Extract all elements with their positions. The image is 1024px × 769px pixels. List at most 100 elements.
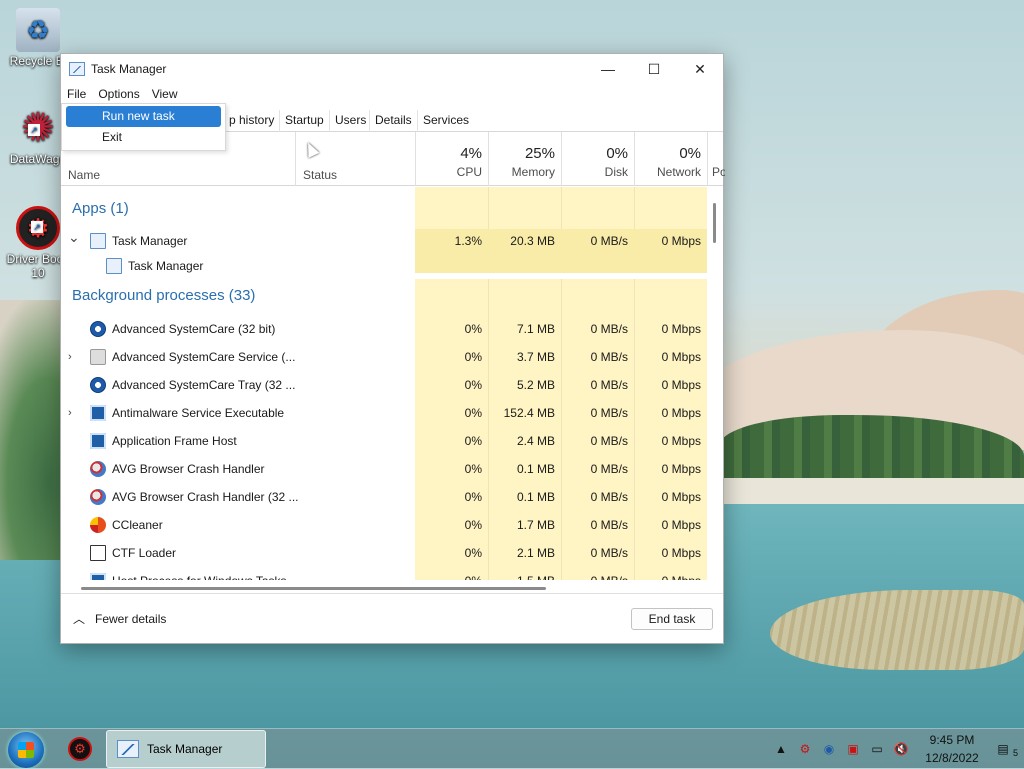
network-tray-icon[interactable]: ▭	[868, 740, 886, 758]
table-row[interactable]: Task Manager	[61, 252, 707, 280]
process-name: Advanced SystemCare Tray (32 ...	[112, 378, 296, 392]
menu-item-run-new-task[interactable]: Run new task	[66, 106, 221, 127]
process-cpu: 0%	[464, 378, 482, 392]
table-row[interactable]: Host Process for Windows Tasks0%1.5 MB0 …	[61, 567, 707, 580]
avg-icon	[90, 489, 106, 505]
memory-total: 25%	[524, 145, 555, 162]
taskbar-driver-booster-icon[interactable]: ⚙	[68, 737, 92, 761]
table-row[interactable]: AVG Browser Crash Handler 0% 0.1 MB 0 MB/s 0…	[61, 455, 707, 483]
system-tray: ▲ ⚙ ◉ ▣ ▭ 🔇 9:45 PM 12/8/2022 ▤ 5	[769, 729, 1024, 769]
table-row[interactable]: ⌄ Task Manager 1.3% 20.3 MB 0 MB/s 0 Mbps	[61, 227, 707, 255]
table-row[interactable]: CTF Loader 0% 2.1 MB 0 MB/s 0 Mbps	[61, 539, 707, 567]
process-name: Task Manager	[112, 234, 188, 248]
column-memory-label: Memory	[511, 165, 555, 179]
process-cpu: 1.3%	[454, 234, 482, 248]
tab-services[interactable]: Services	[417, 110, 474, 132]
vertical-scroll-thumb[interactable]	[713, 203, 716, 243]
show-hidden-icons-button[interactable]: ▲	[772, 740, 790, 758]
vertical-scrollbar[interactable]	[707, 187, 723, 580]
table-row[interactable]: AVG Browser Crash Handler (32 ... 0% 0.1 M…	[61, 483, 707, 511]
end-task-button[interactable]: End task	[631, 608, 713, 630]
process-name: Task Manager	[128, 259, 204, 273]
process-cpu: 0%	[464, 406, 482, 420]
process-cpu: 0%	[464, 322, 482, 336]
process-network: 0 Mbps	[661, 518, 701, 532]
menu-view[interactable]: View	[152, 87, 178, 101]
task-manager-icon	[69, 62, 85, 76]
process-cpu: 0%	[464, 462, 482, 476]
app-window-icon	[90, 405, 106, 421]
process-disk: 0 MB/s	[590, 462, 628, 476]
process-list: Apps (1) ⌄ Task Manager 1.3% 20.3 MB 0 MB/s 0…	[61, 187, 707, 580]
driver-booster-icon: ⚙↗	[16, 206, 60, 250]
task-manager-icon	[117, 740, 139, 758]
shortcut-arrow-icon: ↗	[28, 124, 40, 136]
process-memory: 152.4 MB	[503, 406, 555, 420]
close-button[interactable]: ✕	[677, 54, 723, 84]
process-name: Advanced SystemCare (32 bit)	[112, 322, 276, 336]
process-disk: 0 MB/s	[590, 490, 628, 504]
column-cpu[interactable]: 4% CPU	[415, 132, 488, 186]
tab-startup[interactable]: Startup	[279, 110, 329, 132]
process-network: 0 Mbps	[661, 546, 701, 560]
taskbar-task-manager-button[interactable]: Task Manager	[106, 730, 266, 768]
maximize-button[interactable]: ☐	[631, 54, 677, 84]
tab-app-history[interactable]: p history	[223, 110, 279, 132]
process-disk: 0 MB/s	[590, 406, 628, 420]
recycle-bin-icon: ♻	[16, 8, 60, 52]
minimize-button[interactable]: —	[585, 54, 631, 84]
process-name: AVG Browser Crash Handler (32 ...	[112, 490, 299, 504]
process-network: 0 Mbps	[661, 350, 701, 364]
process-memory: 0.1 MB	[516, 462, 555, 476]
process-memory: 1.7 MB	[516, 518, 555, 532]
advanced-systemcare-tray-icon[interactable]: ◉	[820, 740, 838, 758]
column-memory[interactable]: 25% Memory	[488, 132, 561, 186]
desktop-shore	[720, 478, 1024, 504]
process-disk: 0 MB/s	[590, 350, 628, 364]
camera-tray-icon[interactable]: ▣	[844, 740, 862, 758]
table-row[interactable]: Application Frame Host 0% 2.4 MB 0 MB/s 0 Mb…	[61, 427, 707, 455]
tab-details[interactable]: Details	[369, 110, 417, 132]
menu-item-exit[interactable]: Exit	[66, 127, 221, 148]
horizontal-scroll-thumb[interactable]	[81, 587, 546, 590]
task-manager-icon	[90, 233, 106, 249]
tab-users[interactable]: Users	[329, 110, 371, 132]
volume-muted-icon[interactable]: 🔇	[892, 740, 910, 758]
process-disk: 0 MB/s	[590, 378, 628, 392]
process-network: 0 Mbps	[661, 434, 701, 448]
clock-date: 12/8/2022	[925, 751, 979, 765]
advanced-systemcare-icon	[90, 377, 106, 393]
column-disk[interactable]: 0% Disk	[561, 132, 634, 186]
start-button[interactable]	[8, 732, 44, 768]
group-background-processes: Background processes (33)	[72, 287, 256, 304]
avg-icon	[90, 461, 106, 477]
process-cpu: 0%	[464, 518, 482, 532]
table-row[interactable]: › Antimalware Service Executable 0% 152.4 M…	[61, 399, 707, 427]
column-disk-label: Disk	[604, 165, 628, 179]
table-row[interactable]: › Advanced SystemCare Service (... 0% 3.7 M…	[61, 343, 707, 371]
process-cpu: 0%	[464, 546, 482, 560]
driver-booster-tray-icon[interactable]: ⚙	[796, 740, 814, 758]
column-network[interactable]: 0% Network	[634, 132, 707, 186]
column-power[interactable]: 0 Po	[707, 132, 725, 186]
chevron-right-icon[interactable]: ›	[68, 351, 72, 363]
column-cpu-label: CPU	[456, 165, 482, 179]
notification-button[interactable]: ▤ 5	[994, 740, 1018, 758]
group-apps: Apps (1)	[72, 200, 129, 217]
chevron-down-icon[interactable]: ⌄	[68, 229, 80, 246]
table-row[interactable]: Advanced SystemCare Tray (32 ... 0% 5.2 MB…	[61, 371, 707, 399]
process-memory: 2.1 MB	[516, 546, 555, 560]
table-row[interactable]: CCleaner 0% 1.7 MB 0 MB/s 0 Mbps	[61, 511, 707, 539]
process-disk: 0 MB/s	[590, 322, 628, 336]
title-bar[interactable]: Task Manager — ☐ ✕	[61, 54, 723, 84]
clock[interactable]: 9:45 PM 12/8/2022	[913, 731, 991, 767]
table-row[interactable]: Advanced SystemCare (32 bit) 0% 7.1 MB 0 MB…	[61, 315, 707, 343]
ccleaner-icon	[90, 517, 106, 533]
horizontal-scrollbar[interactable]	[61, 580, 723, 594]
network-total: 0%	[679, 145, 701, 162]
fewer-details-button[interactable]: ︿ Fewer details	[73, 610, 166, 627]
chevron-right-icon[interactable]: ›	[68, 407, 72, 419]
menu-file[interactable]: File	[67, 87, 86, 101]
menu-options[interactable]: Options	[98, 87, 139, 101]
cpu-total: 4%	[460, 145, 482, 162]
